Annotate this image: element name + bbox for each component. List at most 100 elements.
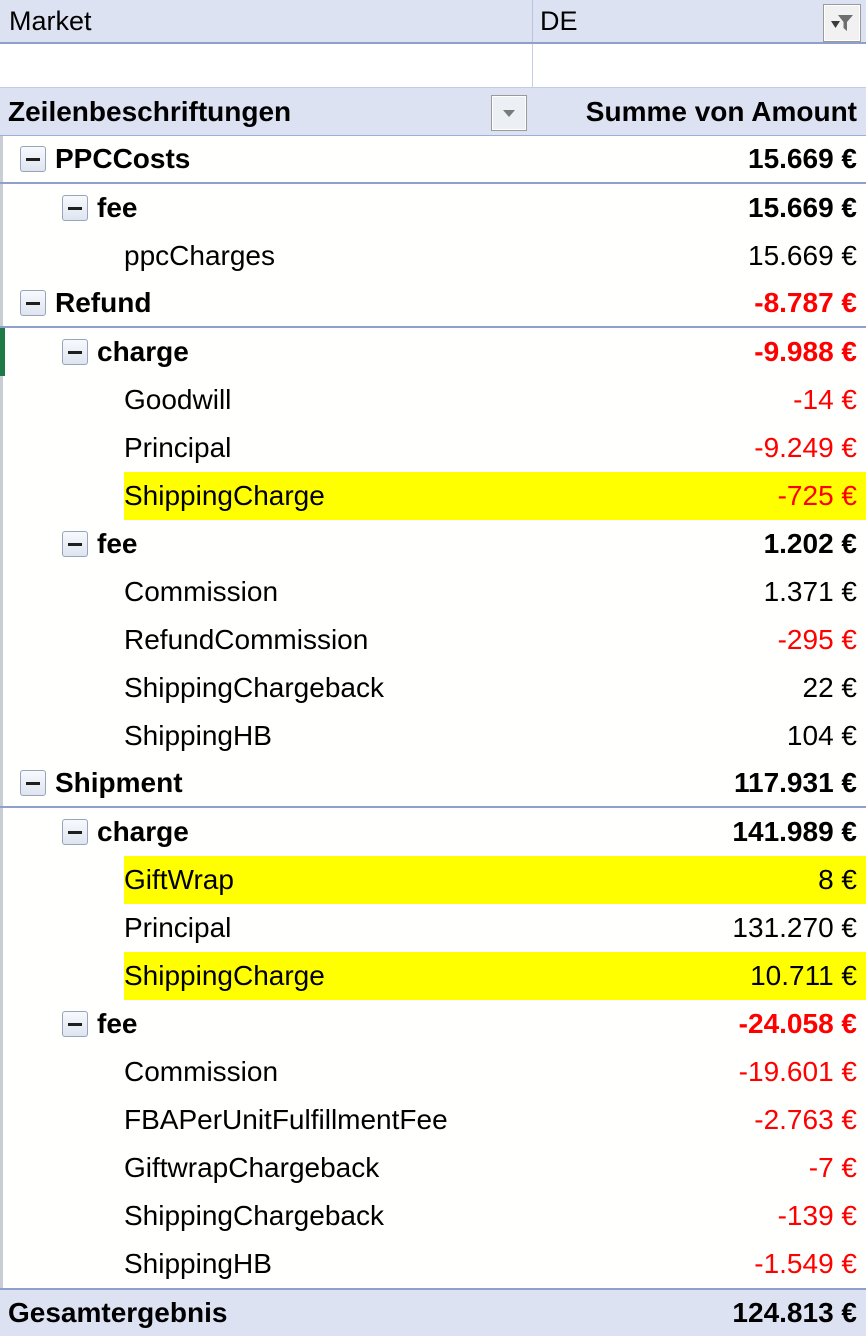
spacer-cell-left — [0, 44, 533, 87]
table-row: fee 15.669 € — [0, 184, 866, 232]
grand-total-value: 124.813 € — [732, 1297, 857, 1328]
row-label-text: Commission — [124, 1056, 279, 1087]
column-header-row: Zeilenbeschriftungen Summe von Amount — [0, 88, 866, 136]
row-label-text: FBAPerUnitFulfillmentFee — [124, 1104, 448, 1135]
row-value-cell: -9.249 € — [533, 424, 866, 472]
row-value-text: 15.669 € — [748, 143, 857, 174]
table-row: fee -24.058 € — [0, 1000, 866, 1048]
table-row: ShippingCharge -725 € — [0, 472, 866, 520]
table-row: charge 141.989 € — [0, 808, 866, 856]
row-label-text: ShippingCharge — [124, 960, 325, 991]
row-labels-header-text: Zeilenbeschriftungen — [8, 95, 292, 127]
row-value-text: -139 € — [777, 1200, 857, 1231]
table-row: fee 1.202 € — [0, 520, 866, 568]
row-label-cell: Shipment — [0, 760, 533, 806]
minus-glyph — [68, 206, 82, 210]
row-value-cell: 141.989 € — [533, 808, 866, 856]
collapse-minus-icon[interactable] — [62, 1011, 88, 1037]
table-row: ShippingHB 104 € — [0, 712, 866, 760]
chevron-down-icon[interactable] — [491, 95, 527, 131]
minus-glyph — [68, 830, 82, 834]
row-value-cell: 8 € — [533, 856, 866, 904]
row-value-cell: -19.601 € — [533, 1048, 866, 1096]
row-label-cell: Principal — [0, 904, 533, 952]
table-row: Commission -19.601 € — [0, 1048, 866, 1096]
row-value-cell: -1.549 € — [533, 1240, 866, 1288]
report-filter-row: Market DE — [0, 0, 866, 44]
row-label-cell: GiftWrap — [0, 856, 533, 904]
row-value-cell: 131.270 € — [533, 904, 866, 952]
collapse-minus-icon[interactable] — [20, 770, 46, 796]
filter-field-label: Market — [0, 0, 533, 42]
row-value-text: 131.270 € — [732, 912, 857, 943]
row-label-cell: ShippingCharge — [0, 472, 533, 520]
row-value-text: 10.711 € — [750, 960, 857, 991]
minus-glyph — [68, 350, 82, 354]
row-label-cell: PPCCosts — [0, 136, 533, 182]
table-row: Refund -8.787 € — [0, 280, 866, 328]
filter-selected-value-cell[interactable]: DE — [533, 0, 866, 42]
minus-glyph — [26, 157, 40, 161]
row-value-text: 15.669 € — [748, 240, 857, 271]
row-value-cell: -725 € — [533, 472, 866, 520]
row-label-cell: Refund — [0, 280, 533, 326]
collapse-minus-icon[interactable] — [62, 819, 88, 845]
row-label-text: ShippingHB — [124, 1248, 272, 1279]
row-gutter — [0, 808, 3, 856]
collapse-minus-icon[interactable] — [62, 195, 88, 221]
row-value-text: 104 € — [786, 720, 857, 751]
collapse-minus-icon[interactable] — [62, 339, 88, 365]
row-label-cell: FBAPerUnitFulfillmentFee — [0, 1096, 533, 1144]
row-value-text: -9.988 € — [754, 336, 857, 367]
spacer-cell-right — [533, 44, 866, 87]
table-row: Shipment 117.931 € — [0, 760, 866, 808]
row-value-text: 15.669 € — [748, 192, 857, 223]
row-value-cell: 22 € — [533, 664, 866, 712]
row-gutter — [0, 184, 3, 232]
row-value-cell: -7 € — [533, 1144, 866, 1192]
row-label-cell: Goodwill — [0, 376, 533, 424]
row-gutter — [0, 856, 3, 904]
row-value-cell: 15.669 € — [533, 136, 866, 182]
row-label-text: charge — [97, 336, 189, 367]
row-value-text: -19.601 € — [738, 1056, 857, 1087]
table-row: Goodwill -14 € — [0, 376, 866, 424]
row-gutter — [0, 232, 3, 280]
row-label-cell: fee — [0, 184, 533, 232]
grand-total-label: Gesamtergebnis — [8, 1297, 228, 1328]
row-label-text: fee — [97, 528, 138, 559]
row-value-text: -24.058 € — [738, 1008, 857, 1039]
row-gutter — [0, 424, 3, 472]
row-label-text: RefundCommission — [124, 624, 369, 655]
minus-glyph — [68, 1022, 82, 1026]
funnel-filter-icon[interactable] — [823, 4, 861, 42]
row-label-cell: ShippingCharge — [0, 952, 533, 1000]
change-marker — [0, 328, 5, 376]
row-value-text: 117.931 € — [733, 767, 857, 798]
row-label-text: ShippingChargeback — [124, 1200, 384, 1231]
row-label-cell: ShippingHB — [0, 712, 533, 760]
row-labels-header-cell[interactable]: Zeilenbeschriftungen — [0, 88, 533, 135]
row-label-text: Refund — [55, 287, 152, 318]
table-row: GiftWrap 8 € — [0, 856, 866, 904]
collapse-minus-icon[interactable] — [20, 146, 46, 172]
minus-glyph — [26, 301, 40, 305]
row-label-cell: Commission — [0, 568, 533, 616]
row-value-text: 141.989 € — [732, 816, 857, 847]
row-gutter — [0, 1192, 3, 1240]
row-value-text: -9.249 € — [754, 432, 857, 463]
row-label-cell: ShippingChargeback — [0, 1192, 533, 1240]
collapse-minus-icon[interactable] — [62, 531, 88, 557]
row-label-text: GiftwrapChargeback — [124, 1152, 380, 1183]
row-gutter — [0, 1000, 3, 1048]
row-gutter — [0, 904, 3, 952]
table-row: Principal 131.270 € — [0, 904, 866, 952]
row-label-cell: fee — [0, 1000, 533, 1048]
row-value-cell: -24.058 € — [533, 1000, 866, 1048]
row-label-text: Shipment — [55, 767, 183, 798]
collapse-minus-icon[interactable] — [20, 290, 46, 316]
table-row: ShippingCharge 10.711 € — [0, 952, 866, 1000]
row-value-cell: -139 € — [533, 1192, 866, 1240]
row-value-cell: 1.371 € — [533, 568, 866, 616]
row-label-text: fee — [97, 192, 138, 223]
